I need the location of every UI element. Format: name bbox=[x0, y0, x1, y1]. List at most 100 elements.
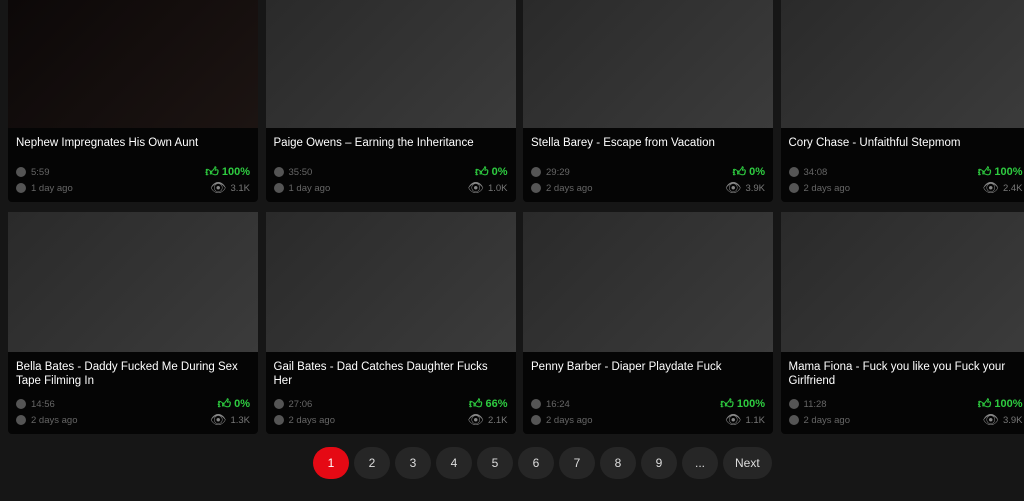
video-duration: 27:06 bbox=[288, 398, 313, 410]
video-title[interactable]: Cory Chase - Unfaithful Stepmom bbox=[781, 128, 1024, 164]
page-button-5[interactable]: 5 bbox=[477, 447, 513, 479]
video-views: 1.0K bbox=[487, 182, 508, 194]
video-duration: 35:50 bbox=[288, 166, 313, 178]
video-card[interactable]: Stella Barey - Escape from Vacation 29:2… bbox=[523, 0, 773, 202]
page-button-3[interactable]: 3 bbox=[395, 447, 431, 479]
video-duration: 29:29 bbox=[546, 166, 570, 178]
clock-icon bbox=[273, 167, 284, 177]
eye-icon: 👁︎ bbox=[209, 180, 227, 195]
video-card[interactable]: Gail Bates - Dad Catches Daughter Fucks … bbox=[265, 212, 516, 434]
video-age: 1 day ago bbox=[31, 182, 73, 194]
video-thumbnail[interactable] bbox=[8, 0, 258, 128]
video-title[interactable]: Nephew Impregnates His Own Aunt bbox=[8, 128, 258, 164]
video-duration: 34:08 bbox=[803, 166, 828, 178]
video-views: 2.1K bbox=[487, 414, 508, 426]
clock-icon bbox=[16, 399, 26, 409]
thumbs-up-icon: 👍︎ bbox=[720, 396, 734, 411]
video-title[interactable]: Stella Barey - Escape from Vacation bbox=[523, 128, 773, 164]
video-thumbnail[interactable] bbox=[523, 212, 773, 352]
eye-icon: 👁︎ bbox=[982, 412, 999, 427]
video-thumbnail[interactable] bbox=[265, 0, 516, 128]
video-age: 2 days ago bbox=[288, 414, 335, 426]
video-thumbnail[interactable] bbox=[265, 212, 516, 352]
thumbs-up-icon: 👍︎ bbox=[217, 396, 232, 411]
video-card[interactable]: Mama Fiona - Fuck you like you Fuck your… bbox=[780, 212, 1024, 434]
calendar-icon bbox=[273, 415, 284, 425]
eye-icon: 👁︎ bbox=[724, 412, 742, 427]
video-grid: Nephew Impregnates His Own Aunt 5:59 👍︎ 1… bbox=[8, 0, 1024, 434]
video-views: 1.1K bbox=[745, 414, 765, 426]
clock-icon bbox=[788, 399, 799, 409]
calendar-icon bbox=[531, 183, 541, 193]
video-rating: 0% bbox=[749, 166, 765, 178]
thumbs-up-icon: 👍︎ bbox=[205, 164, 219, 179]
video-title[interactable]: Penny Barber - Diaper Playdate Fuck bbox=[523, 352, 773, 396]
video-duration: 11:28 bbox=[803, 398, 827, 410]
calendar-icon bbox=[16, 415, 26, 425]
video-card[interactable]: Bella Bates - Daddy Fucked Me During Sex… bbox=[8, 212, 258, 434]
video-age: 2 days ago bbox=[31, 414, 78, 426]
calendar-icon bbox=[531, 415, 541, 425]
video-age: 2 days ago bbox=[803, 414, 850, 426]
video-age: 2 days ago bbox=[803, 182, 850, 194]
video-thumbnail[interactable] bbox=[780, 0, 1024, 128]
video-thumbnail[interactable] bbox=[8, 212, 258, 352]
calendar-icon bbox=[788, 183, 799, 193]
video-thumbnail[interactable] bbox=[780, 212, 1024, 352]
video-age: 2 days ago bbox=[546, 182, 593, 194]
clock-icon bbox=[273, 399, 284, 409]
clock-icon bbox=[788, 167, 799, 177]
video-age: 1 day ago bbox=[288, 182, 331, 194]
thumbs-up-icon: 👍︎ bbox=[468, 396, 483, 411]
video-rating: 100% bbox=[736, 398, 765, 410]
clock-icon bbox=[16, 167, 26, 177]
video-views: 3.9K bbox=[1002, 414, 1023, 426]
clock-icon bbox=[531, 167, 541, 177]
calendar-icon bbox=[16, 183, 26, 193]
page-button-6[interactable]: 6 bbox=[518, 447, 554, 479]
video-title[interactable]: Gail Bates - Dad Catches Daughter Fucks … bbox=[266, 352, 516, 396]
video-rating: 100% bbox=[994, 166, 1023, 178]
calendar-icon bbox=[788, 415, 799, 425]
video-rating: 0% bbox=[491, 166, 508, 178]
video-views: 2.4K bbox=[1002, 182, 1023, 194]
page-button-7[interactable]: 7 bbox=[559, 447, 595, 479]
video-card[interactable]: Cory Chase - Unfaithful Stepmom 34:08 👍︎… bbox=[780, 0, 1024, 202]
eye-icon: 👁︎ bbox=[467, 412, 484, 427]
page-button-1[interactable]: 1 bbox=[313, 447, 349, 479]
video-thumbnail[interactable] bbox=[523, 0, 773, 128]
page-button-2[interactable]: 2 bbox=[354, 447, 390, 479]
video-rating: 0% bbox=[234, 398, 250, 410]
video-rating: 100% bbox=[994, 398, 1023, 410]
page-button-ellipsis[interactable]: ... bbox=[682, 447, 718, 479]
calendar-icon bbox=[273, 183, 284, 193]
thumbs-up-icon: 👍︎ bbox=[732, 164, 747, 179]
video-views: 3.9K bbox=[745, 182, 765, 194]
eye-icon: 👁︎ bbox=[467, 180, 484, 195]
video-age: 2 days ago bbox=[546, 414, 593, 426]
page-button-4[interactable]: 4 bbox=[436, 447, 472, 479]
clock-icon bbox=[531, 399, 541, 409]
video-title[interactable]: Mama Fiona - Fuck you like you Fuck your… bbox=[781, 352, 1024, 396]
thumbs-up-icon: 👍︎ bbox=[977, 396, 992, 411]
thumbs-up-icon: 👍︎ bbox=[475, 164, 489, 179]
video-duration: 5:59 bbox=[31, 166, 50, 178]
video-card[interactable]: Paige Owens – Earning the Inheritance 35… bbox=[265, 0, 516, 202]
next-page-button[interactable]: Next bbox=[723, 447, 772, 479]
pagination: 1 2 3 4 5 6 7 8 9... Next bbox=[313, 447, 772, 479]
video-card[interactable]: Penny Barber - Diaper Playdate Fuck 16:2… bbox=[523, 212, 773, 434]
video-rating: 100% bbox=[221, 166, 250, 178]
video-views: 1.3K bbox=[230, 414, 250, 426]
video-title[interactable]: Bella Bates - Daddy Fucked Me During Sex… bbox=[8, 352, 258, 396]
video-duration: 14:56 bbox=[31, 398, 55, 410]
video-title[interactable]: Paige Owens – Earning the Inheritance bbox=[266, 128, 516, 164]
video-duration: 16:24 bbox=[546, 398, 570, 410]
video-rating: 66% bbox=[485, 398, 508, 410]
thumbs-up-icon: 👍︎ bbox=[977, 164, 992, 179]
video-card[interactable]: Nephew Impregnates His Own Aunt 5:59 👍︎ 1… bbox=[8, 0, 258, 202]
eye-icon: 👁︎ bbox=[724, 180, 742, 195]
eye-icon: 👁︎ bbox=[209, 412, 227, 427]
page-button-9[interactable]: 9 bbox=[641, 447, 677, 479]
eye-icon: 👁︎ bbox=[982, 180, 999, 195]
page-button-8[interactable]: 8 bbox=[600, 447, 636, 479]
